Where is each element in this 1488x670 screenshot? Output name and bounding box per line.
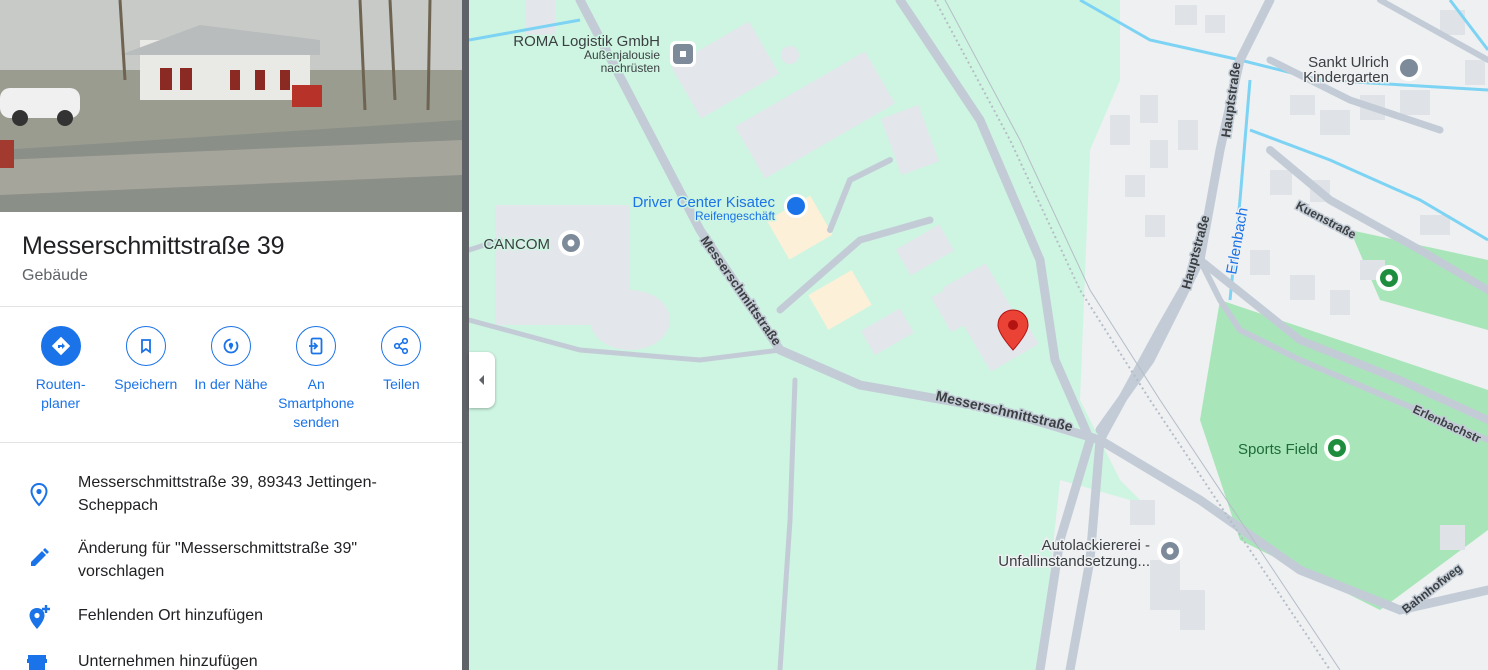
share-label: Teilen (383, 376, 420, 392)
divider (0, 306, 462, 307)
poi-roma-sub1: Außenjalousie (584, 48, 660, 62)
nearby-label: In der Nähe (194, 376, 268, 392)
send-to-phone-button[interactable]: An Smartphone senden (274, 326, 359, 432)
bookmark-icon (140, 339, 151, 354)
address-row[interactable]: Messerschmittstraße 39, 89343 Jettingen-… (0, 471, 462, 517)
place-panel: Messerschmittstraße 39 Gebäude Routen- p… (0, 0, 462, 670)
share-icon (394, 337, 409, 355)
divider (0, 442, 462, 443)
address-text: Messerschmittstraße 39, 89343 Jettingen-… (78, 474, 377, 514)
poi-sports-label: Sports Field (1238, 441, 1318, 458)
poi-cancom-label: CANCOM (483, 236, 550, 253)
add-place-icon (29, 605, 50, 629)
panel-separator (462, 0, 469, 670)
poi-sankt-label-2: Kindergarten (1303, 69, 1389, 86)
location-pin-icon (30, 482, 48, 507)
share-button[interactable]: Teilen (359, 326, 444, 432)
chevron-left-icon (479, 375, 484, 385)
page-title: Messerschmittstraße 39 (22, 232, 285, 260)
add-business-icon (27, 655, 47, 670)
nearby-button[interactable]: In der Nähe (188, 326, 273, 432)
place-photo[interactable] (0, 0, 462, 212)
add-business-row[interactable]: Unternehmen hinzufügen (0, 650, 462, 670)
directions-button[interactable]: Routen- planer (18, 326, 103, 432)
map-canvas[interactable]: ROMA Logistik GmbH Außenjalousie nachrüs… (469, 0, 1488, 670)
poi-auto-label-1: Autolackiererei - (1042, 537, 1150, 554)
add-place-row[interactable]: Fehlenden Ort hinzufügen (0, 604, 462, 630)
place-category: Gebäude (22, 267, 88, 284)
directions-label: Routen- planer (35, 376, 86, 411)
save-button[interactable]: Speichern (103, 326, 188, 432)
poi-roma-sub2: nachrüsten (601, 61, 660, 75)
poi-driver-sub: Reifengeschäft (695, 209, 776, 223)
edit-pencil-icon (31, 548, 49, 566)
suggest-edit-row[interactable]: Änderung für "Messerschmittstraße 39" vo… (0, 537, 462, 583)
send-to-phone-label: An Smartphone senden (278, 376, 355, 430)
action-bar: Routen- planer Speichern In der Nähe An … (18, 326, 444, 432)
collapse-panel-button[interactable] (469, 352, 495, 408)
save-label: Speichern (114, 376, 178, 392)
nearby-icon (223, 338, 239, 354)
send-to-phone-icon (309, 337, 323, 355)
suggest-edit-text: Änderung für "Messerschmittstraße 39" vo… (78, 540, 358, 580)
add-business-text: Unternehmen hinzufügen (78, 653, 258, 670)
poi-auto-label-2: Unfallinstandsetzung... (998, 553, 1150, 570)
add-place-text: Fehlenden Ort hinzufügen (78, 607, 264, 624)
directions-icon (51, 336, 70, 356)
